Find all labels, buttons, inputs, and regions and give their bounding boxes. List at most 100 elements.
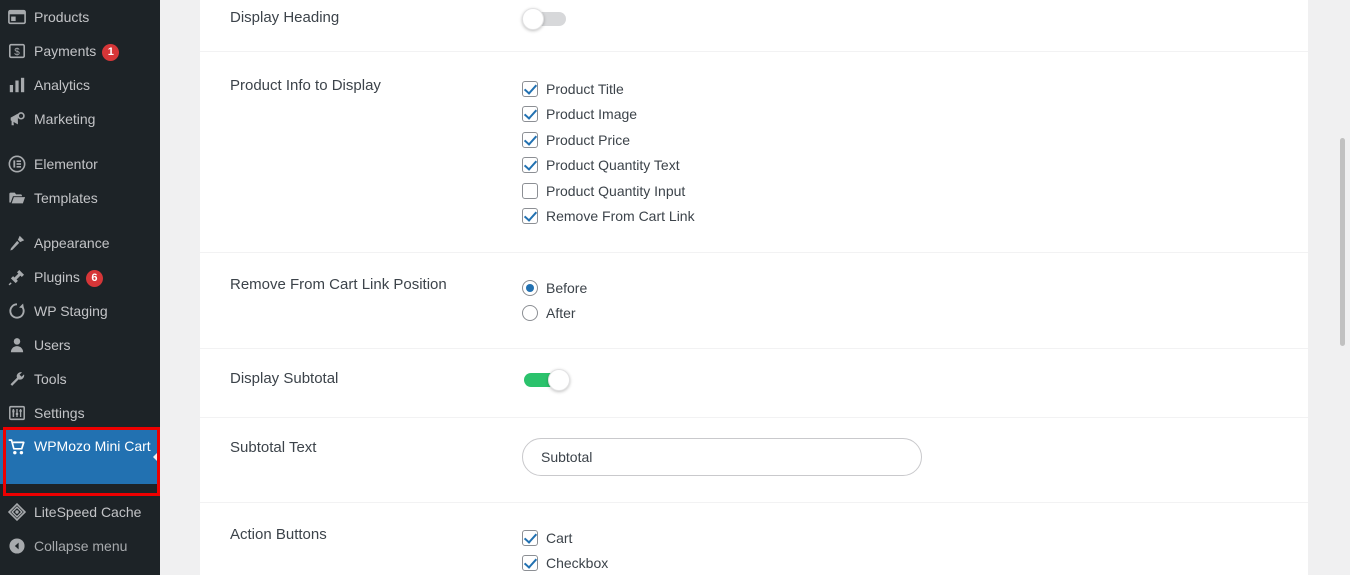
- sidebar-item-appearance[interactable]: Appearance: [0, 226, 160, 260]
- cart-icon: [0, 437, 34, 456]
- templates-icon: [0, 188, 34, 207]
- marketing-icon: [0, 109, 34, 128]
- sidebar-item-marketing[interactable]: Marketing: [0, 102, 160, 136]
- svg-text:$: $: [14, 47, 20, 58]
- toggle-knob[interactable]: [548, 369, 570, 391]
- checkbox-icon[interactable]: [522, 131, 538, 148]
- collapse-icon: [0, 536, 34, 555]
- sidebar-item-payments[interactable]: $ Payments 1: [0, 34, 160, 68]
- sidebar-item-label: Products: [34, 9, 90, 25]
- sidebar-item-label: Plugins 6: [34, 267, 160, 287]
- setting-row-display-heading: Display Heading: [200, 0, 1308, 52]
- wp-staging-icon: [0, 301, 34, 320]
- sidebar-item-label: Appearance: [34, 235, 110, 251]
- checkbox-label: Product Image: [546, 106, 638, 123]
- setting-field-product-info-to-display: Product Title Product Image Product Price P…: [522, 76, 1278, 252]
- radio-label: After: [546, 305, 576, 322]
- setting-row-action-buttons: Action Buttons Cart Checkbox: [200, 503, 1308, 575]
- radio-row-before[interactable]: Before: [522, 275, 1278, 301]
- users-icon: [0, 335, 34, 354]
- input-subtotal-text[interactable]: [522, 438, 922, 476]
- radio-icon[interactable]: [522, 279, 538, 296]
- sidebar-item-products[interactable]: Products: [0, 0, 160, 34]
- checkbox-icon[interactable]: [522, 106, 538, 123]
- settings-panel: Display Heading Product Info to Display Pr…: [200, 0, 1308, 575]
- payments-icon: $: [0, 41, 34, 60]
- sidebar-item-analytics[interactable]: Analytics: [0, 68, 160, 102]
- setting-row-display-subtotal: Display Subtotal: [200, 349, 1308, 418]
- toggle-display-heading[interactable]: [522, 8, 574, 30]
- checkbox-icon[interactable]: [522, 182, 538, 199]
- sidebar-item-elementor[interactable]: Elementor: [0, 147, 160, 181]
- checkbox-icon[interactable]: [522, 208, 538, 225]
- checkbox-row-cart[interactable]: Cart: [522, 525, 1278, 551]
- sidebar-item-collapse-menu[interactable]: Collapse menu: [0, 529, 160, 563]
- setting-label-display-heading: Display Heading: [230, 9, 340, 26]
- plugins-icon: [0, 267, 34, 286]
- radio-icon[interactable]: [522, 305, 538, 322]
- sidebar-item-label: Analytics: [34, 77, 91, 93]
- sidebar-item-users[interactable]: Users: [0, 328, 160, 362]
- checkbox-row-remove-from-cart-link[interactable]: Remove From Cart Link: [522, 204, 1278, 230]
- sidebar-item-settings[interactable]: Settings: [0, 396, 160, 430]
- setting-field-remove-from-cart-link-position: Before After: [522, 275, 1278, 348]
- radio-label: Before: [546, 279, 588, 296]
- setting-label-action-buttons: Action Buttons: [230, 526, 327, 543]
- admin-sidebar: Products $ Payments 1 Analytics Marketing Elem…: [0, 0, 160, 575]
- sidebar-item-label: Tools: [34, 371, 67, 387]
- sidebar-item-badge: 6: [85, 270, 103, 287]
- settings-icon: [0, 403, 34, 422]
- sidebar-item-wpmozo-mini-cart[interactable]: WPMozo Mini Cart: [0, 430, 160, 484]
- sidebar-item-plugins[interactable]: Plugins 6: [0, 260, 160, 294]
- setting-row-remove-from-cart-link-position: Remove From Cart Link Position Before Afte…: [200, 253, 1308, 349]
- setting-row-product-info-to-display: Product Info to Display Product Title Prod…: [200, 52, 1308, 253]
- litespeed-icon: [0, 502, 34, 521]
- setting-label-remove-from-cart-link-position: Remove From Cart Link Position: [230, 276, 447, 293]
- sidebar-item-wp-staging[interactable]: WP Staging: [0, 294, 160, 328]
- checkbox-icon[interactable]: [522, 555, 538, 572]
- sidebar-item-label: LiteSpeed Cache: [34, 504, 142, 520]
- setting-field-subtotal-text: [522, 438, 1278, 502]
- checkbox-row-product-title[interactable]: Product Title: [522, 76, 1278, 102]
- checkbox-icon[interactable]: [522, 529, 538, 546]
- sidebar-item-label: Users: [34, 337, 71, 353]
- setting-field-display-subtotal: [522, 369, 1278, 417]
- page-scrollbar[interactable]: [1335, 0, 1350, 575]
- radio-row-after[interactable]: After: [522, 301, 1278, 327]
- elementor-icon: [0, 154, 34, 173]
- checkbox-row-product-quantity-input[interactable]: Product Quantity Input: [522, 178, 1278, 204]
- scrollbar-thumb[interactable]: [1340, 138, 1345, 346]
- checkbox-row-product-price[interactable]: Product Price: [522, 127, 1278, 153]
- sidebar-item-label: Templates: [34, 190, 98, 206]
- checkbox-label: Product Quantity Input: [546, 182, 686, 199]
- sidebar-item-label: Elementor: [34, 156, 98, 172]
- tools-icon: [0, 369, 34, 388]
- checkbox-label: Product Price: [546, 131, 631, 148]
- setting-field-action-buttons: Cart Checkbox: [522, 525, 1278, 575]
- checkbox-row-product-image[interactable]: Product Image: [522, 102, 1278, 128]
- sidebar-item-label: Payments 1: [34, 41, 160, 61]
- toggle-display-subtotal[interactable]: [522, 369, 574, 391]
- checkbox-icon[interactable]: [522, 157, 538, 174]
- setting-field-display-heading: [522, 8, 1278, 51]
- sidebar-item-label: WPMozo Mini Cart: [34, 438, 151, 454]
- sidebar-item-tools[interactable]: Tools: [0, 362, 160, 396]
- sidebar-item-templates[interactable]: Templates: [0, 181, 160, 215]
- checkbox-row-product-quantity-text[interactable]: Product Quantity Text: [522, 153, 1278, 179]
- setting-label-subtotal-text: Subtotal Text: [230, 439, 317, 456]
- checkbox-label: Product Title: [546, 80, 624, 97]
- analytics-icon: [0, 75, 34, 94]
- sidebar-item-label: Collapse menu: [34, 538, 128, 554]
- checkbox-row-checkbox[interactable]: Checkbox: [522, 551, 1278, 575]
- checkbox-label: Cart: [546, 529, 573, 546]
- checkbox-icon[interactable]: [522, 80, 538, 97]
- checkbox-label: Remove From Cart Link: [546, 208, 695, 225]
- setting-label-display-subtotal: Display Subtotal: [230, 370, 339, 387]
- sidebar-item-litespeed-cache[interactable]: LiteSpeed Cache: [0, 495, 160, 529]
- settings-rows: Display Heading Product Info to Display Pr…: [200, 0, 1308, 575]
- checkbox-label: Product Quantity Text: [546, 157, 680, 174]
- admin-screen: Products $ Payments 1 Analytics Marketing Elem…: [0, 0, 1350, 575]
- setting-label-product-info-to-display: Product Info to Display: [230, 77, 381, 94]
- toggle-knob[interactable]: [522, 8, 544, 30]
- setting-row-subtotal-text: Subtotal Text: [200, 418, 1308, 503]
